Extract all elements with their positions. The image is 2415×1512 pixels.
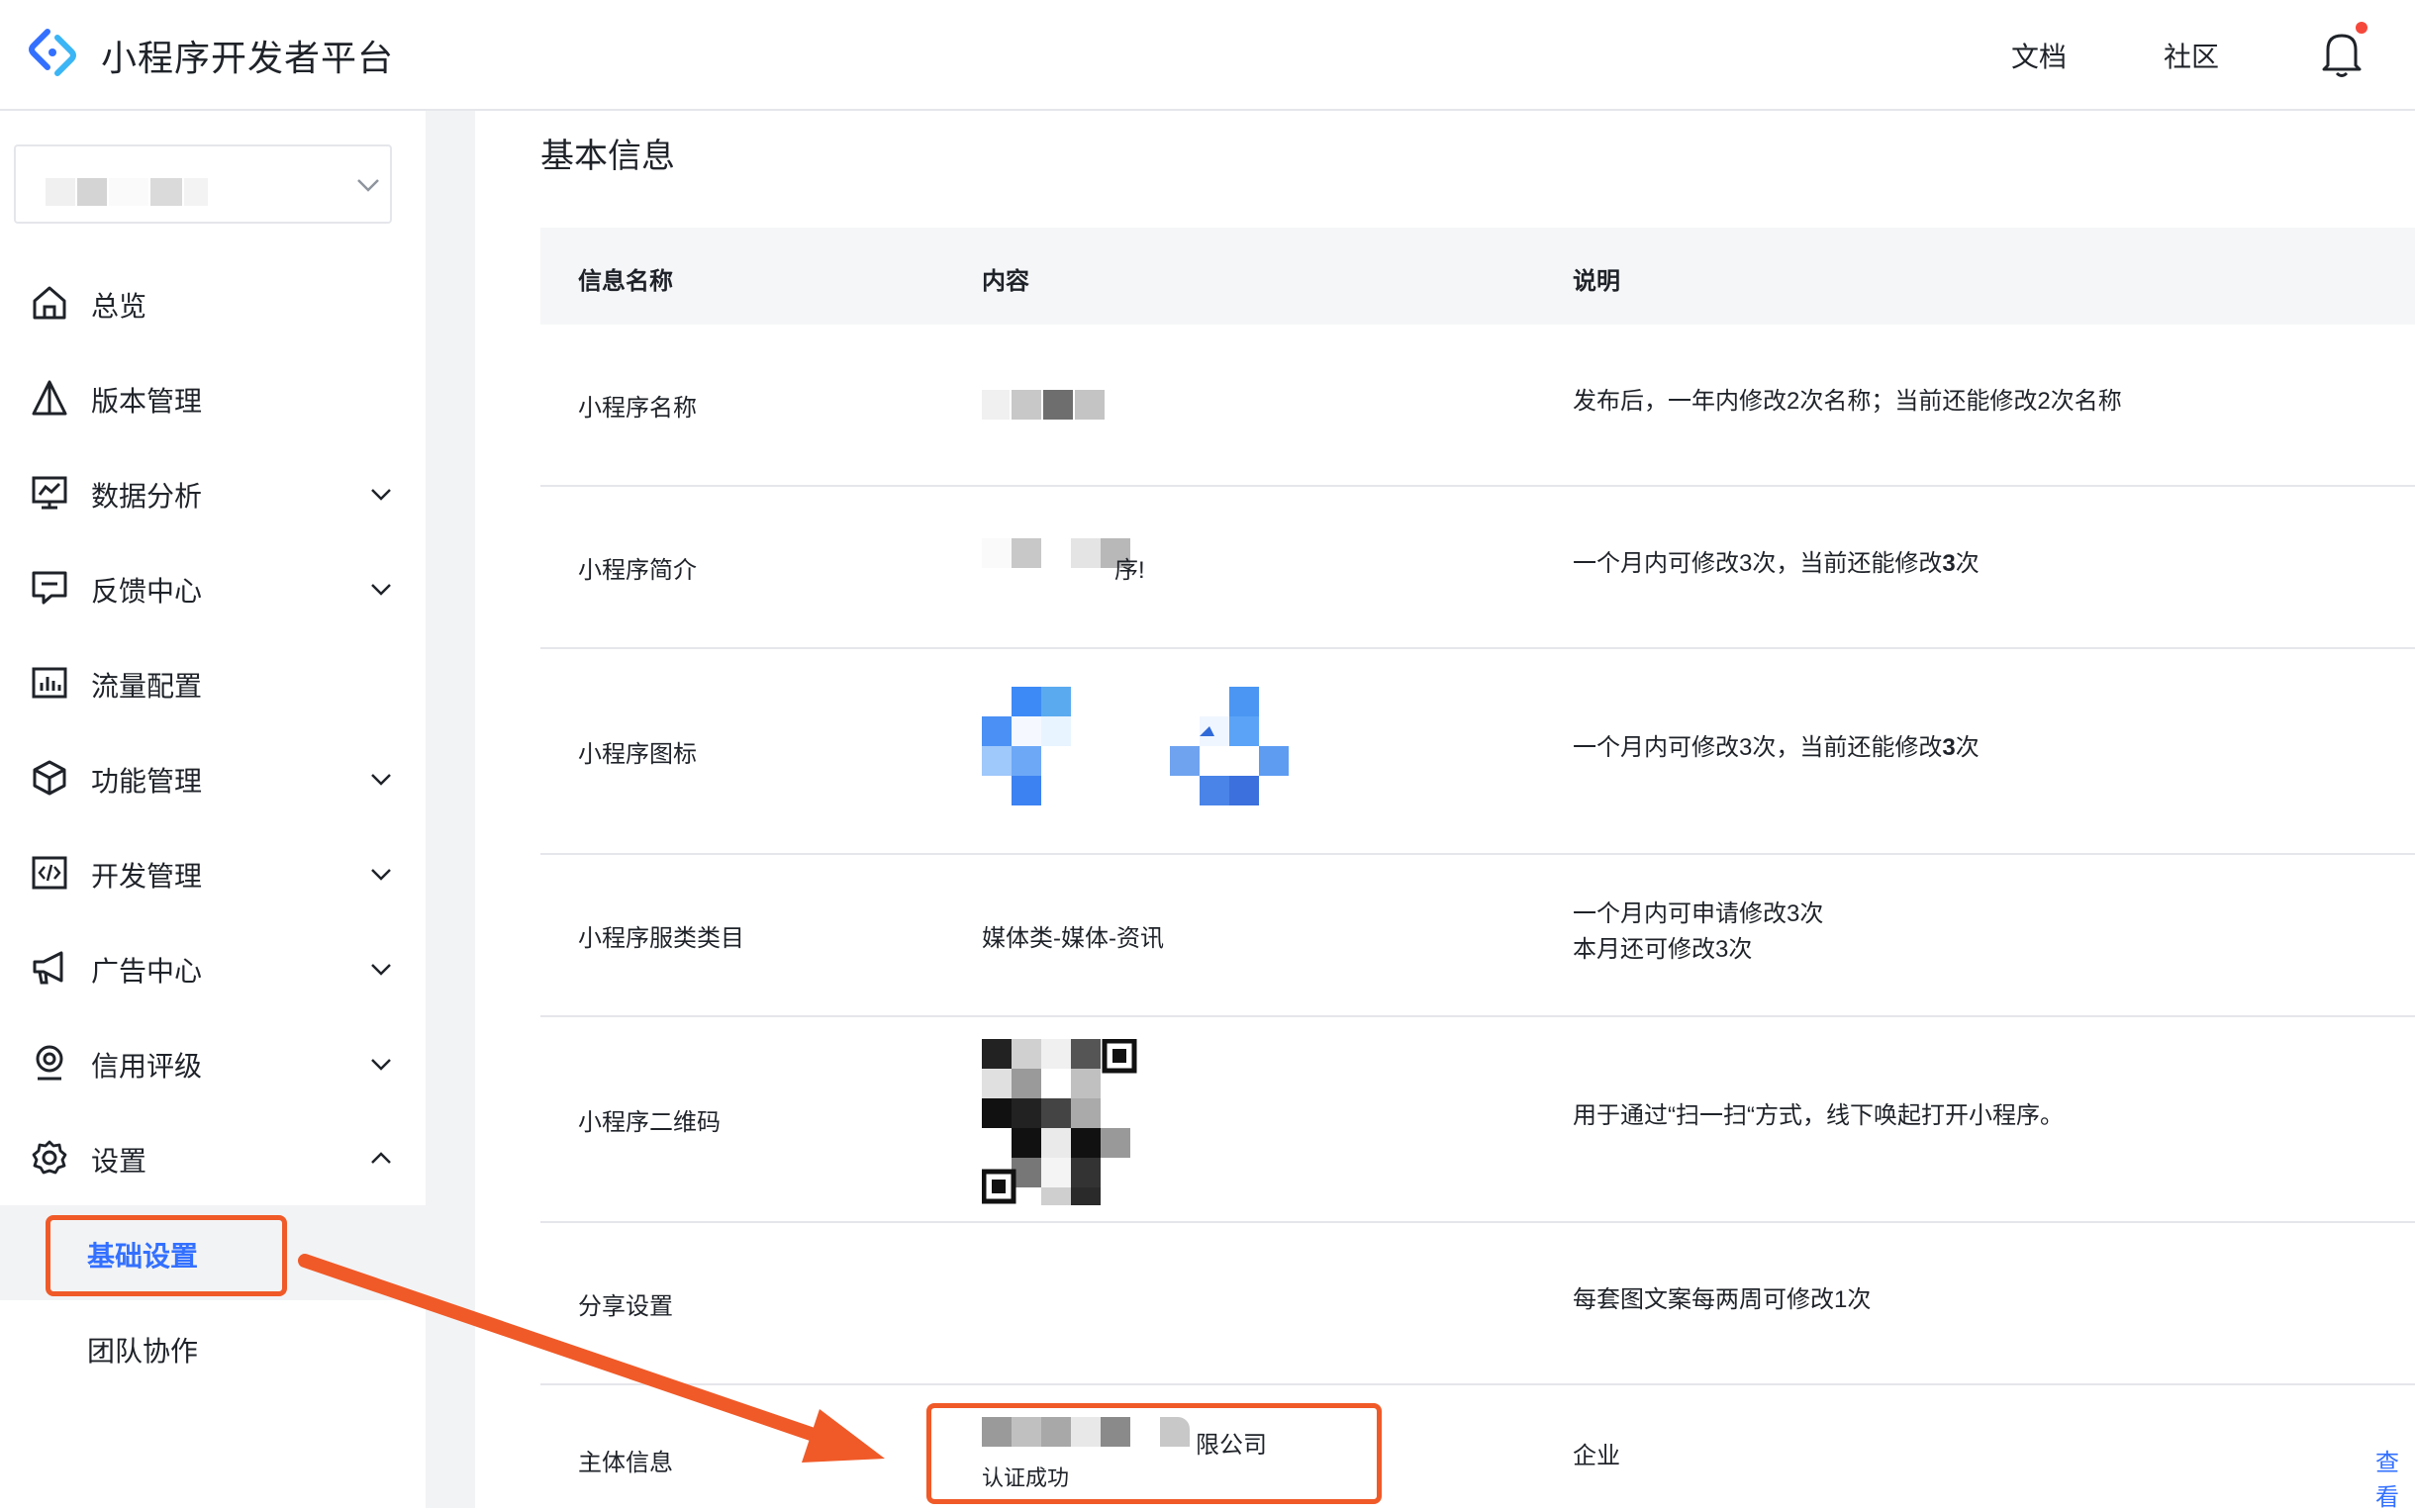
sidebar-item-label: 流量配置 [91, 671, 203, 702]
page-title: 基本信息 [540, 138, 675, 175]
column-header-content: 内容 [982, 268, 1029, 295]
notification-dot [2356, 22, 2367, 34]
app-selector[interactable] [14, 144, 392, 224]
sidebar-item-features[interactable]: 功能管理 [0, 730, 426, 825]
blurred-app-name [109, 178, 148, 206]
row-label: 小程序名称 [578, 395, 697, 422]
row-label: 小程序二维码 [578, 1109, 721, 1136]
home-icon [33, 286, 66, 320]
blurred-app-name [46, 178, 75, 206]
table-row: 主体信息 限公司 认证成功 企业 查看 [540, 1385, 2415, 1511]
sidebar-item-label: 广告中心 [91, 956, 203, 987]
blurred-content [1071, 538, 1101, 568]
blurred-content [982, 538, 1012, 568]
badge-icon [36, 1045, 63, 1081]
chevron-up-icon [371, 1152, 391, 1164]
column-header-desc: 说明 [1573, 268, 1620, 295]
traffic-icon [32, 667, 67, 699]
sidebar-item-label: 数据分析 [91, 481, 203, 512]
chevron-down-icon [371, 489, 391, 501]
view-link[interactable]: 查看 [2375, 1443, 2415, 1512]
sidebar-item-label: 设置 [91, 1146, 147, 1177]
sidebar-subitem-label: 团队协作 [87, 1336, 199, 1367]
row-label: 主体信息 [578, 1450, 673, 1476]
row-desc: 一个月内可修改3次，当前还能修改3次 [1573, 734, 1980, 761]
logo-icon [29, 29, 76, 76]
table-row: 小程序名称 发布后，一年内修改2次名称；当前还能修改2次名称 [540, 325, 2415, 487]
row-desc: 一个月内可申请修改3次 [1573, 900, 1824, 927]
blurred-app-name [184, 178, 208, 206]
brand-title: 小程序开发者平台 [101, 38, 395, 78]
blurred-content [1043, 390, 1073, 420]
sidebar-item-analytics[interactable]: 数据分析 [0, 445, 426, 540]
version-icon [32, 380, 67, 416]
annotation-highlight-box [926, 1403, 1382, 1504]
row-label: 小程序服类类目 [578, 925, 744, 952]
table-row: 分享设置 每套图文案每两周可修改1次 [540, 1223, 2415, 1385]
community-link[interactable]: 社区 [2164, 36, 2219, 75]
chevron-down-icon [371, 584, 391, 596]
annotation-highlight-box [46, 1215, 287, 1296]
chevron-down-icon [371, 1059, 391, 1071]
row-content: 序! [1114, 557, 1145, 584]
sidebar-item-development[interactable]: 开发管理 [0, 825, 426, 920]
bell-icon[interactable] [2320, 28, 2364, 79]
code-icon [32, 856, 67, 890]
qr-code-blurred [982, 1039, 1142, 1205]
row-desc: 企业 [1573, 1443, 1620, 1469]
sidebar-item-ads[interactable]: 广告中心 [0, 920, 426, 1015]
row-label: 分享设置 [578, 1293, 673, 1320]
cube-icon [33, 760, 66, 796]
blurred-content [982, 390, 1010, 420]
blurred-content [1012, 390, 1041, 420]
sidebar-item-label: 开发管理 [91, 861, 203, 892]
top-bar: 小程序开发者平台 文档 社区 [0, 0, 2415, 111]
sidebar-item-feedback[interactable]: 反馈中心 [0, 540, 426, 635]
gear-icon [32, 1140, 67, 1175]
app-icon-blurred [982, 687, 1071, 805]
table-row: 小程序二维码 用于通过“扫一扫“方式，线下唤起打开小程序。 [540, 1017, 2415, 1223]
row-desc: 每套图文案每两周可修改1次 [1573, 1286, 1872, 1313]
chevron-down-icon [371, 869, 391, 881]
sidebar-item-label: 反馈中心 [91, 576, 203, 607]
table-row: 小程序简介 序! 一个月内可修改3次，当前还能修改3次 [540, 487, 2415, 649]
chevron-down-icon [371, 964, 391, 976]
table-row: 小程序服类类目 媒体类-媒体-资讯 一个月内可申请修改3次 本月还可修改3次 [540, 855, 2415, 1017]
row-label: 小程序图标 [578, 741, 697, 768]
row-desc: 一个月内可修改3次，当前还能修改3次 [1573, 550, 1980, 577]
chevron-down-icon [371, 774, 391, 786]
docs-link[interactable]: 文档 [2011, 36, 2067, 75]
app-icon-blurred [1170, 687, 1289, 805]
table-row: 小程序图标 一个月内可修改3次，当前还能修改3次 [540, 649, 2415, 855]
row-desc: 发布后，一年内修改2次名称；当前还能修改2次名称 [1573, 388, 2122, 415]
blurred-content [1012, 538, 1041, 568]
feedback-icon [32, 571, 67, 605]
table-header: 信息名称 内容 说明 [540, 228, 2415, 325]
column-header-name: 信息名称 [578, 268, 673, 295]
megaphone-icon [33, 951, 63, 985]
sidebar-item-version[interactable]: 版本管理 [0, 350, 426, 445]
row-desc: 用于通过“扫一扫“方式，线下唤起打开小程序。 [1573, 1102, 2064, 1129]
sidebar-item-traffic[interactable]: 流量配置 [0, 635, 426, 730]
blurred-app-name [77, 178, 107, 206]
chevron-down-icon [357, 179, 379, 192]
blurred-app-name [150, 178, 182, 206]
sidebar-item-credit[interactable]: 信用评级 [0, 1015, 426, 1110]
row-desc: 本月还可修改3次 [1573, 936, 1753, 963]
analytics-icon [32, 476, 67, 510]
row-label: 小程序简介 [578, 557, 697, 584]
row-content: 媒体类-媒体-资讯 [982, 925, 1164, 952]
sidebar-item-label: 功能管理 [91, 766, 203, 797]
sidebar-item-settings[interactable]: 设置 [0, 1110, 426, 1205]
sidebar-gutter [426, 111, 475, 1508]
sidebar-item-label: 信用评级 [91, 1051, 203, 1082]
sidebar-item-label: 版本管理 [91, 386, 203, 417]
blurred-content [1075, 390, 1105, 420]
sidebar-subitem-team[interactable]: 团队协作 [0, 1300, 426, 1395]
sidebar-item-overview[interactable]: 总览 [0, 255, 426, 350]
sidebar-item-label: 总览 [91, 291, 147, 322]
